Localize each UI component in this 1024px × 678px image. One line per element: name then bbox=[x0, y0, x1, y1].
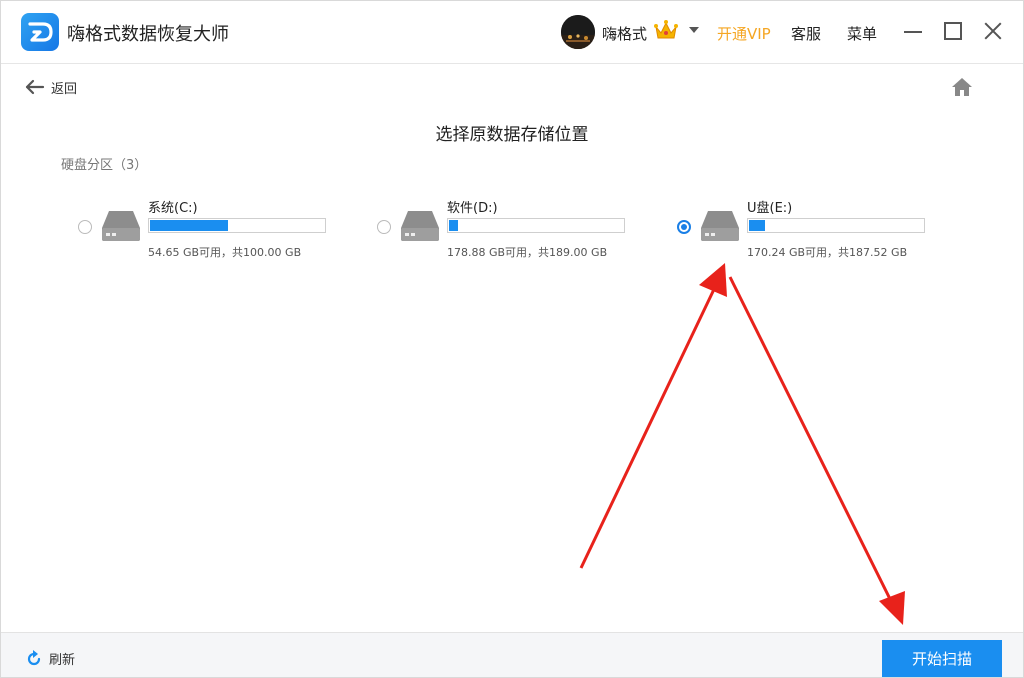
partition-radio[interactable] bbox=[78, 220, 92, 234]
vip-link[interactable]: 开通VIP bbox=[717, 23, 771, 44]
home-icon[interactable] bbox=[950, 76, 974, 98]
partition-header: 硬盘分区（3） bbox=[61, 158, 148, 173]
partition-info: 54.65 GB可用，共100.00 GB bbox=[148, 246, 302, 259]
refresh-label: 刷新 bbox=[49, 653, 76, 668]
app-window: 嗨格式数据恢复大师 嗨格式 开通VIP 客服 菜单 返回 选择原数据存储位置 硬… bbox=[0, 0, 1024, 678]
annotation-arrows bbox=[579, 263, 905, 625]
maximize-button[interactable] bbox=[941, 19, 965, 43]
usage-bar-fill bbox=[749, 220, 765, 231]
partition-info: 178.88 GB可用，共189.00 GB bbox=[447, 246, 608, 259]
usage-bar bbox=[747, 218, 925, 233]
hard-drive-icon bbox=[102, 211, 140, 241]
hard-drive-icon bbox=[401, 211, 439, 241]
app-logo-icon bbox=[21, 13, 59, 51]
partition-name: U盘(E:) bbox=[747, 201, 793, 216]
partition-item-c[interactable]: 系统(C:) 54.65 GB可用，共100.00 GB bbox=[78, 193, 348, 263]
partition-name: 系统(C:) bbox=[148, 201, 198, 216]
avatar[interactable] bbox=[561, 15, 595, 49]
annotation-arrow-up bbox=[579, 263, 727, 569]
title-bar: 嗨格式数据恢复大师 嗨格式 开通VIP 客服 菜单 bbox=[1, 1, 1023, 63]
crown-icon bbox=[653, 19, 679, 41]
partition-radio[interactable] bbox=[377, 220, 391, 234]
app-title: 嗨格式数据恢复大师 bbox=[67, 24, 229, 45]
partition-item-d[interactable]: 软件(D:) 178.88 GB可用，共189.00 GB bbox=[377, 193, 647, 263]
footer-bar: 刷新 开始扫描 bbox=[1, 632, 1023, 677]
close-button[interactable] bbox=[981, 19, 1005, 43]
partition-info: 170.24 GB可用，共187.52 GB bbox=[747, 246, 908, 259]
menu-link[interactable]: 菜单 bbox=[847, 23, 877, 44]
back-label: 返回 bbox=[51, 81, 78, 97]
refresh-button[interactable]: 刷新 bbox=[25, 649, 75, 668]
partition-item-e[interactable]: U盘(E:) 170.24 GB可用，共187.52 GB bbox=[677, 193, 947, 263]
partition-radio[interactable] bbox=[677, 220, 691, 234]
user-name[interactable]: 嗨格式 bbox=[602, 23, 647, 44]
page-title: 选择原数据存储位置 bbox=[435, 125, 589, 145]
minimize-button[interactable] bbox=[901, 19, 925, 43]
title-divider bbox=[1, 63, 1023, 64]
refresh-icon bbox=[27, 649, 41, 665]
back-arrow-icon bbox=[25, 79, 45, 95]
hard-drive-icon bbox=[701, 211, 739, 241]
annotation-arrow-down bbox=[728, 276, 905, 625]
usage-bar bbox=[148, 218, 326, 233]
start-scan-button[interactable]: 开始扫描 bbox=[882, 640, 1002, 677]
partition-name: 软件(D:) bbox=[447, 201, 498, 216]
chevron-down-icon[interactable] bbox=[689, 27, 699, 33]
usage-bar bbox=[447, 218, 625, 233]
usage-bar-fill bbox=[150, 220, 228, 231]
customer-service-link[interactable]: 客服 bbox=[791, 23, 821, 44]
back-button[interactable]: 返回 bbox=[25, 76, 77, 98]
usage-bar-fill bbox=[449, 220, 458, 231]
